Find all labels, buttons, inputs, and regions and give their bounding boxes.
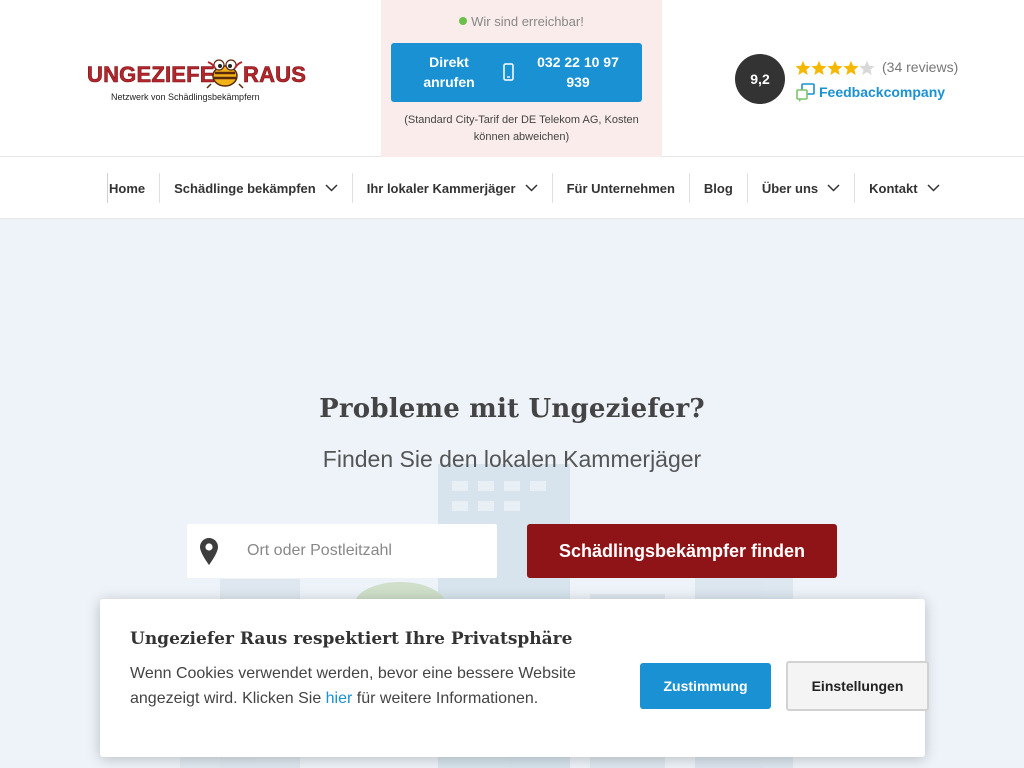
nav-item-label: Über uns: [761, 180, 819, 196]
chevron-down-icon: [927, 184, 940, 192]
nav-item-home[interactable]: Home: [107, 173, 159, 203]
nav-item-kontakt[interactable]: Kontakt: [854, 173, 953, 203]
chevron-down-icon: [525, 184, 538, 192]
cookie-agree-button[interactable]: Zustimmung: [640, 663, 771, 709]
chevron-down-icon: [827, 184, 840, 192]
nav-item-label: Schädlinge bekämpfen: [174, 180, 316, 196]
nav-item-ueber-uns[interactable]: Über uns: [746, 173, 854, 203]
hero-title: Probleme mit Ungeziefer?: [319, 394, 705, 424]
cookie-title: Ungeziefer Raus respektiert Ihre Privats…: [130, 629, 573, 649]
site-header: UNGEZIEFER RAUS Netzwerk von Schädlingsb…: [0, 0, 1024, 157]
call-box: Wir sind erreichbar! Direkt anrufen 032 …: [381, 0, 662, 157]
feedbackcompany-logo-icon: [796, 83, 815, 102]
reachable-status: Wir sind erreichbar!: [381, 14, 662, 29]
cookie-text: Wenn Cookies verwendet werden, bevor ein…: [130, 661, 600, 711]
cookie-settings-button[interactable]: Einstellungen: [786, 661, 929, 711]
location-pin-icon: [200, 538, 218, 565]
star-icon: [795, 60, 811, 75]
nav-item-label: Ihr lokaler Kammerjäger: [366, 180, 516, 196]
logo-word-right: RAUS: [243, 62, 307, 88]
location-search-input[interactable]: [247, 524, 487, 578]
call-button[interactable]: Direkt anrufen 032 22 10 97 939: [391, 43, 642, 102]
star-half-icon: [859, 60, 875, 75]
nav-item-label: Für Unternehmen: [566, 180, 675, 196]
nav-item-blog[interactable]: Blog: [688, 173, 747, 203]
nav-item-kammerjaeger[interactable]: Ihr lokaler Kammerjäger: [351, 173, 552, 203]
online-dot-icon: [459, 17, 468, 25]
logo-bug-icon: [206, 59, 244, 89]
find-exterminator-button[interactable]: Schädlingsbekämpfer finden: [527, 524, 837, 578]
nav-item-schaedlinge[interactable]: Schädlinge bekämpfen: [159, 173, 352, 203]
main-nav: Home Schädlinge bekämpfen Ihr lokaler Ka…: [0, 157, 1024, 219]
mobile-phone-icon: [503, 63, 514, 81]
nav-item-label: Kontakt: [869, 180, 918, 196]
star-icon: [811, 60, 827, 75]
nav-item-label: Home: [109, 180, 146, 196]
cookie-banner: Ungeziefer Raus respektiert Ihre Privats…: [100, 599, 929, 757]
phone-number: 032 22 10 97 939: [537, 54, 619, 90]
nav-item-label: Blog: [703, 180, 733, 196]
site-logo[interactable]: UNGEZIEFER RAUS Netzwerk von Schädlingsb…: [87, 56, 306, 106]
review-count[interactable]: (34 reviews): [882, 59, 958, 75]
rating-stars: [795, 60, 875, 75]
chevron-down-icon: [325, 184, 338, 192]
feedbackcompany-text: Feedbackcompany: [819, 84, 946, 100]
call-tariff-note: (Standard City-Tarif der DE Telekom AG, …: [404, 114, 639, 143]
reachable-text: Wir sind erreichbar!: [471, 14, 584, 29]
call-button-label: Direkt anrufen: [423, 54, 475, 90]
star-icon: [827, 60, 843, 75]
star-icon: [843, 60, 859, 75]
logo-tagline: Netzwerk von Schädlingsbekämpfern: [111, 92, 260, 102]
cookie-info-link[interactable]: hier: [326, 690, 353, 707]
hero-subtitle: Finden Sie den lokalen Kammerjäger: [322, 446, 702, 472]
nav-item-unternehmen[interactable]: Für Unternehmen: [551, 173, 689, 203]
location-search: [187, 524, 497, 578]
cookie-text-after: für weitere Informationen.: [352, 690, 539, 707]
rating-score: 9,2: [735, 54, 785, 104]
